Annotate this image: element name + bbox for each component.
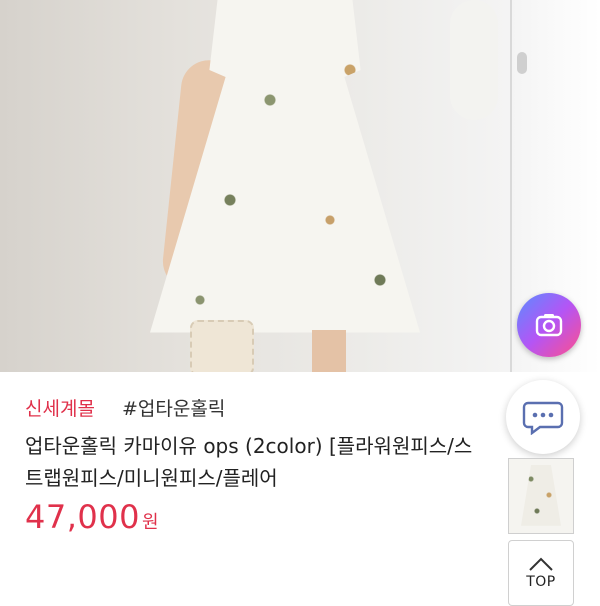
door-edge bbox=[510, 0, 512, 372]
product-hero-image[interactable] bbox=[0, 0, 600, 372]
brand-hashtag-link[interactable]: #업타운홀릭 bbox=[122, 394, 225, 421]
model-leg-right bbox=[312, 330, 346, 372]
scroll-top-button[interactable]: TOP bbox=[508, 540, 574, 606]
product-title-line1: 업타운홀릭 카마이유 ops (2color) [플라워원피스/스 bbox=[25, 434, 473, 458]
price-value: 47,000 bbox=[25, 498, 140, 536]
product-price: 47,000 원 bbox=[25, 498, 159, 536]
camera-search-button[interactable] bbox=[517, 293, 581, 357]
chevron-up-icon bbox=[529, 557, 553, 571]
camera-icon bbox=[535, 314, 563, 337]
store-name-link[interactable]: 신세계몰 bbox=[25, 394, 95, 421]
scroll-top-label: TOP bbox=[526, 574, 556, 590]
product-title: 업타운홀릭 카마이유 ops (2color) [플라워원피스/스 트랩원피스/… bbox=[25, 430, 570, 494]
woven-bag bbox=[190, 320, 254, 372]
model-sleeve bbox=[450, 0, 498, 120]
product-title-line2: 트랩원피스/미니원피스/플레어 bbox=[25, 466, 278, 490]
door-knob bbox=[517, 52, 527, 74]
price-unit: 원 bbox=[141, 512, 159, 533]
